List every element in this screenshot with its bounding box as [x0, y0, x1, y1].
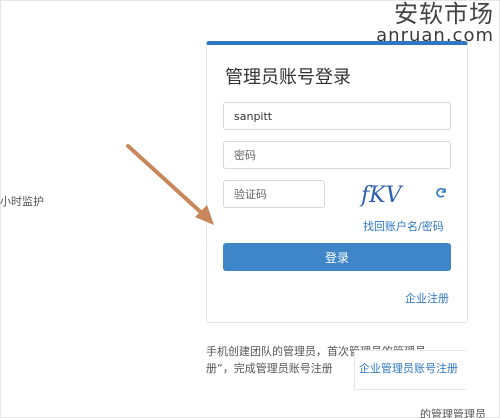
captcha-input[interactable]: 验证码: [223, 180, 325, 208]
watermark-cn: 安软市场: [394, 0, 494, 28]
enterprise-register-link[interactable]: 企业注册: [405, 290, 449, 306]
footer-text-line2: 册”，完成管理员账号注册: [206, 362, 333, 375]
username-input[interactable]: sanpitt: [223, 102, 451, 130]
forgot-password-link[interactable]: 找回账户名/密码: [363, 218, 444, 234]
admin-register-link[interactable]: 企业管理员账号注册: [359, 360, 458, 376]
password-input[interactable]: 密码: [223, 141, 451, 169]
left-side-text: 小时监护: [0, 195, 44, 208]
refresh-icon[interactable]: [435, 187, 447, 199]
captcha-text: fKV: [359, 183, 404, 208]
login-title: 管理员账号登录: [225, 67, 351, 88]
login-card: 管理员账号登录 sanpitt 密码 验证码 fKV 找回账户名/密码 登录 企…: [206, 41, 468, 323]
footer-register-box: 企业管理员账号注册: [354, 350, 466, 390]
watermark: 安软市场 anruan.com: [376, 0, 494, 45]
login-button[interactable]: 登录: [223, 243, 451, 271]
footer-cut-text: 的管理管理员: [420, 408, 486, 418]
captcha-image[interactable]: fKV: [357, 178, 409, 210]
